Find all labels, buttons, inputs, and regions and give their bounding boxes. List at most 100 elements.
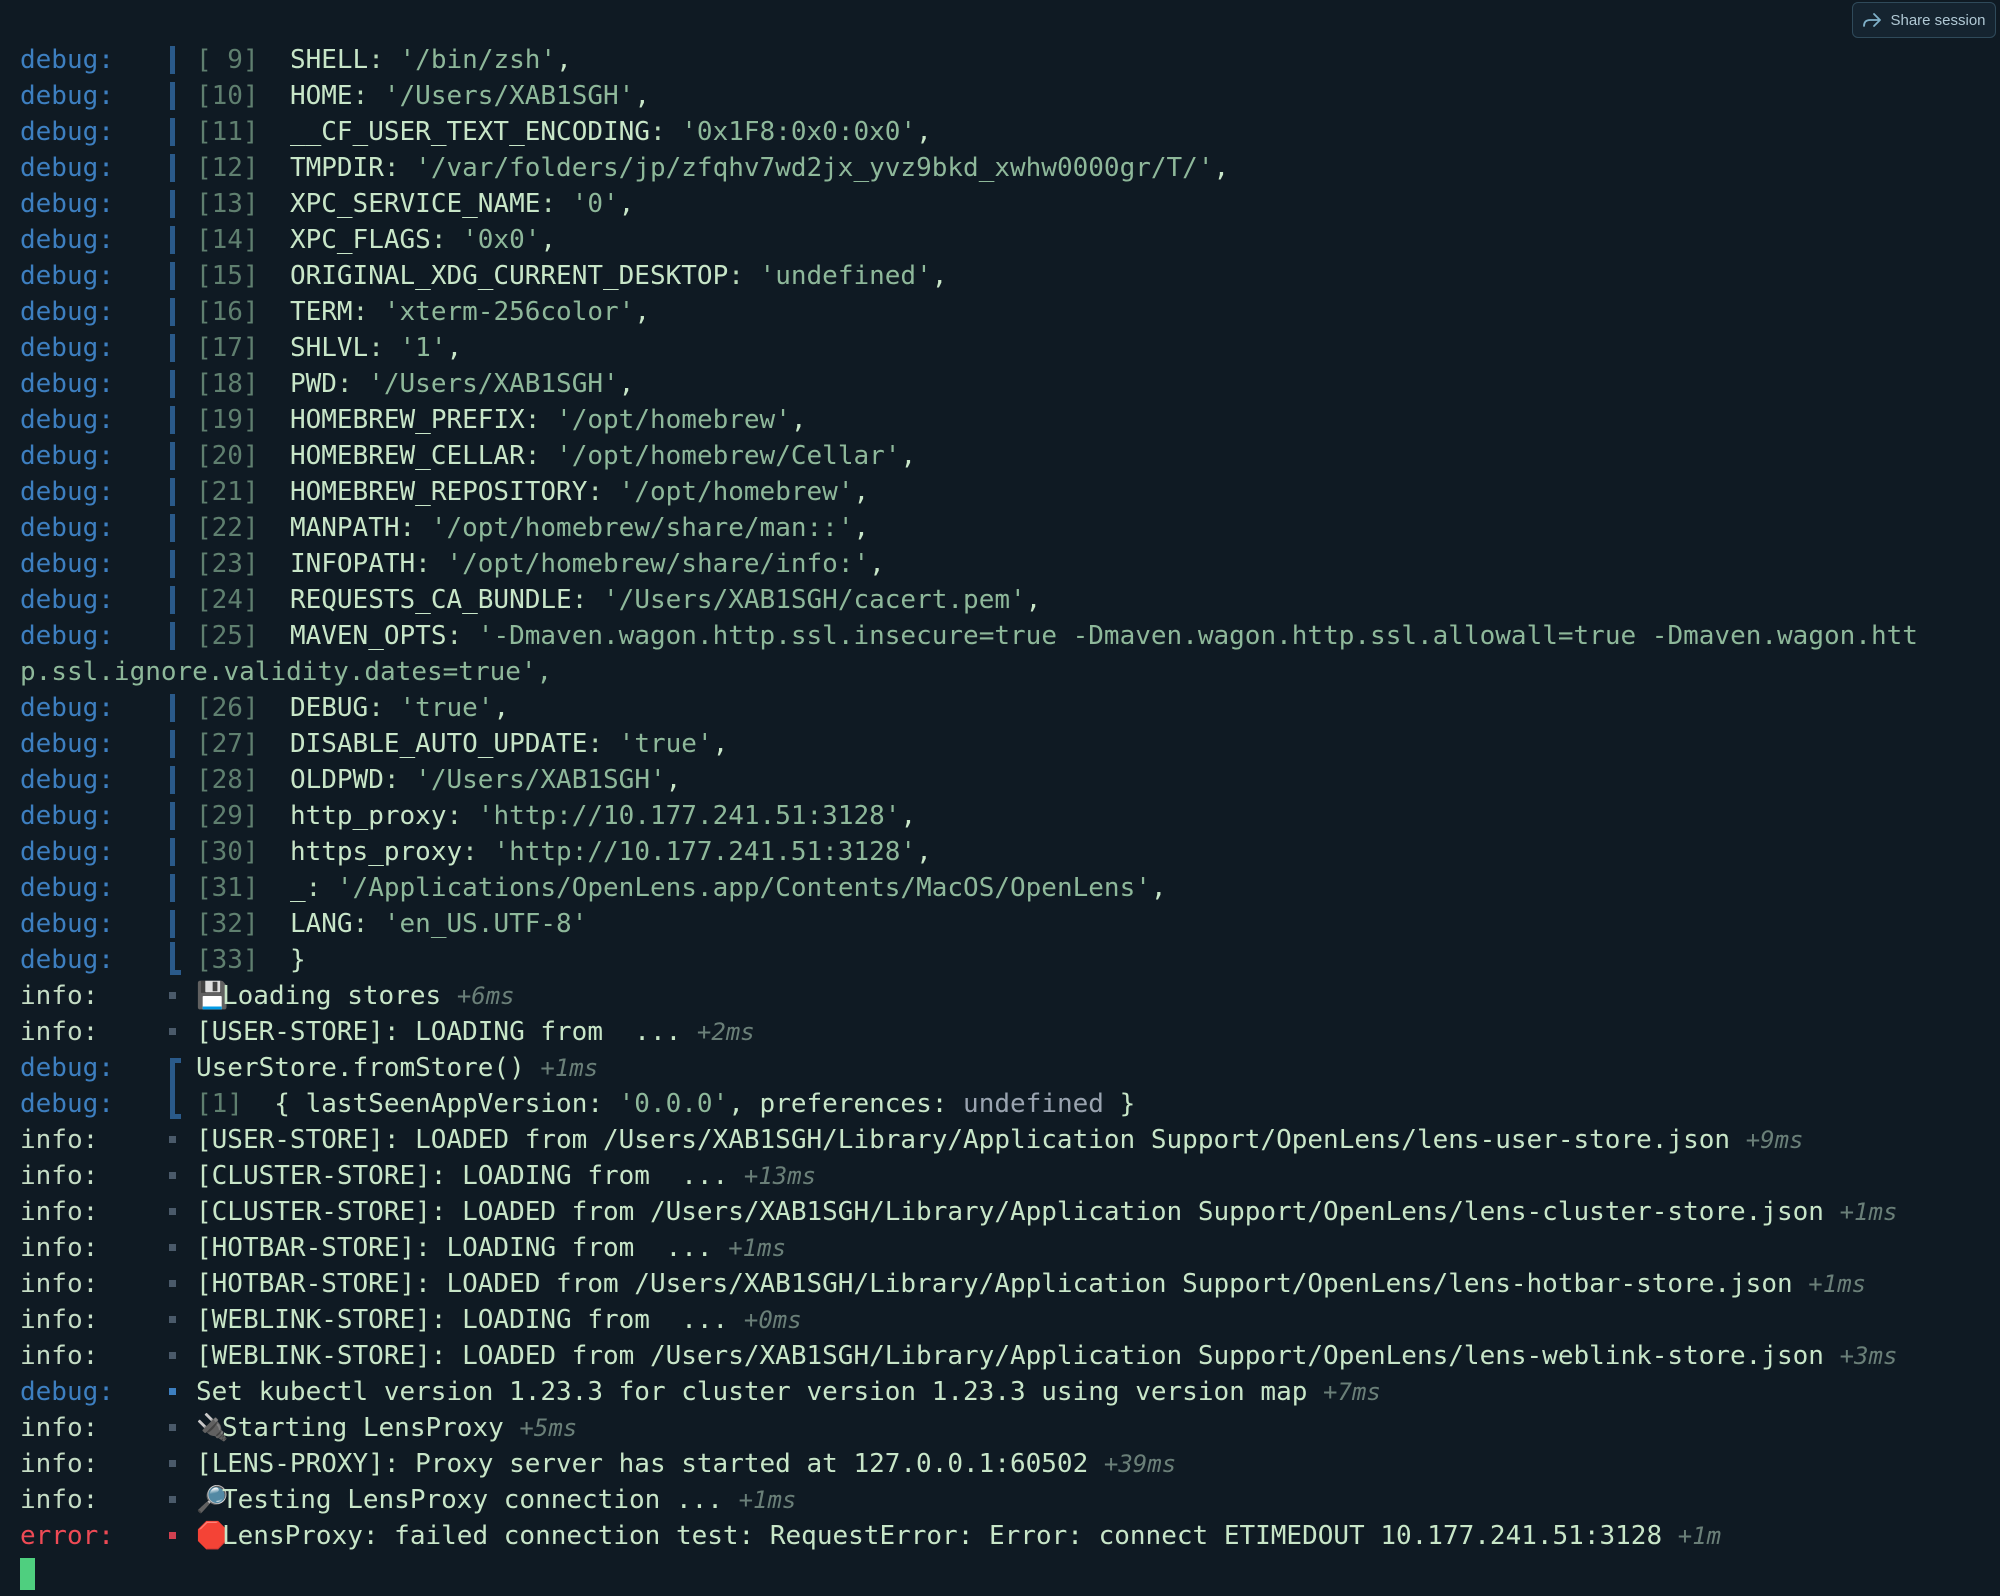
log-level: debug: [20,369,114,399]
env-key: INFOPATH [289,549,416,579]
log-gutter-marker [169,1460,176,1467]
log-line: debug: [10] HOME: '/Users/XAB1SGH', [20,78,1980,114]
env-key: DEBUG [289,693,369,723]
log-line: debug: [27] DISABLE_AUTO_UPDATE: 'true', [20,726,1980,762]
log-text: { lastSeenAppVersion: [274,1089,619,1119]
log-message: [USER-STORE]: LOADED from /Users/XAB1SGH… [196,1122,1803,1158]
log-level: info: [20,981,99,1011]
log-text: [HOTBAR-STORE]: LOADING from ... [196,1233,713,1263]
log-text: } [289,945,306,975]
log-line: debug: [12] TMPDIR: '/var/folders/jp/zfqh… [20,150,1980,186]
log-gutter-marker [170,442,175,470]
log-index: [15] [196,261,259,291]
log-message: 🔎Testing LensProxy connection ... +1ms [196,1482,796,1518]
env-value: '/Applications/OpenLens.app/Contents/Mac… [336,873,1151,903]
log-message: [1] { lastSeenAppVersion: '0.0.0', prefe… [196,1086,1135,1122]
log-level: debug: [20,945,114,975]
log-level: info: [20,1269,99,1299]
log-index: [16] [196,297,259,327]
punctuation: , [1150,873,1167,903]
log-level: debug: [20,441,114,471]
log-line: error: 🛑LensProxy: failed connection test… [20,1518,1980,1554]
log-delta-time: +1ms [540,1054,599,1082]
log-level: debug: [20,189,114,219]
log-line: debug: [30] https_proxy: 'http://10.177.2… [20,834,1980,870]
log-gutter-marker [169,1388,176,1395]
log-gutter-marker [170,550,175,578]
log-level: debug: [20,909,114,939]
share-session-button[interactable]: Share session [1852,2,1996,38]
log-message: [13] XPC_SERVICE_NAME: '0', [196,189,635,219]
log-emoji-icon: 🔎 [196,1485,229,1515]
log-text: [CLUSTER-STORE]: LOADING from ... [196,1161,729,1191]
log-line: debug: [29] http_proxy: 'http://10.177.24… [20,798,1980,834]
log-level: debug: [20,45,114,75]
log-line: info: 🔎Testing LensProxy connection ... +… [20,1482,1980,1518]
log-index: [14] [196,225,259,255]
log-text: Loading stores [222,981,442,1011]
log-gutter-marker [169,1280,176,1287]
log-line: debug: [33] } [20,942,1980,978]
log-message: [CLUSTER-STORE]: LOADING from ... +13ms [196,1158,816,1194]
log-line: info: 💾Loading stores +6ms [20,978,1980,1014]
log-level: debug: [20,729,114,759]
env-value: '0x0' [462,225,541,255]
punctuation: , [853,477,870,507]
punctuation: , [869,549,885,579]
log-delta-time: +1ms [1839,1198,1898,1226]
punctuation: , [712,729,729,759]
log-level: info: [20,1125,99,1155]
log-message: [22] MANPATH: '/opt/homebrew/share/man::… [196,513,870,543]
log-index: [33] [196,945,259,975]
env-value: '/var/folders/jp/zfqhv7wd2jx_yvz9bkd_xwh… [415,153,1214,183]
log-gutter-marker [170,766,175,794]
env-key: MAVEN_OPTS [289,621,447,651]
env-value: 'xterm-256color' [383,297,635,327]
log-message: [17] SHLVL: '1', [196,333,463,363]
log-gutter-marker [169,1208,176,1215]
log-message: [LENS-PROXY]: Proxy server has started a… [196,1446,1176,1482]
env-value: 'http://10.177.241.51:3128' [493,837,917,867]
env-key: HOMEBREW_CELLAR [289,441,525,471]
log-level: debug: [20,117,114,147]
log-gutter-marker [170,226,175,254]
log-delta-time: +9ms [1745,1126,1804,1154]
env-key: LANG [289,909,353,939]
log-index: [11] [196,117,259,147]
punctuation: , [493,693,510,723]
log-level: debug: [20,549,114,579]
punctuation: , [853,513,870,543]
punctuation: , [618,369,635,399]
log-message: [28] OLDPWD: '/Users/XAB1SGH', [196,765,682,795]
share-arrow-icon [1863,13,1882,27]
log-line: debug: [23] INFOPATH: '/opt/homebrew/shar… [20,546,1980,582]
log-message: [HOTBAR-STORE]: LOADED from /Users/XAB1S… [196,1266,1866,1302]
log-delta-time: +0ms [743,1306,802,1334]
env-key: TERM [289,297,353,327]
env-key: PWD [289,369,337,399]
log-index: [28] [196,765,259,795]
log-delta-time: +39ms [1103,1450,1177,1478]
log-level: error: [20,1521,114,1551]
log-level: debug: [20,81,114,111]
log-index: [29] [196,801,259,831]
log-value: '0.0.0' [618,1089,729,1119]
punctuation: , [1213,153,1230,183]
log-delta-time: +1m [1677,1522,1722,1550]
log-level: debug: [20,693,114,723]
log-delta-time: +7ms [1323,1378,1381,1406]
log-index: [24] [196,585,259,615]
log-line: debug: UserStore.fromStore() +1ms [20,1050,1980,1091]
env-key: XPC_SERVICE_NAME [289,189,541,219]
env-value: '-Dmaven.wagon.http.ssl.insecure=true -D… [477,621,1918,651]
log-message: [16] TERM: 'xterm-256color', [196,297,650,327]
log-text: [WEBLINK-STORE]: LOADED from /Users/XAB1… [196,1341,1824,1371]
log-level: info: [20,1413,99,1443]
punctuation: , [900,441,917,471]
log-delta-time: +6ms [456,982,515,1010]
log-line: debug: [25] MAVEN_OPTS: '-Dmaven.wagon.ht… [20,618,1980,654]
share-session-label: Share session [1890,11,1986,29]
punctuation: , [790,405,807,435]
log-level: debug: [20,333,114,363]
env-value: '/bin/zsh' [399,45,557,75]
